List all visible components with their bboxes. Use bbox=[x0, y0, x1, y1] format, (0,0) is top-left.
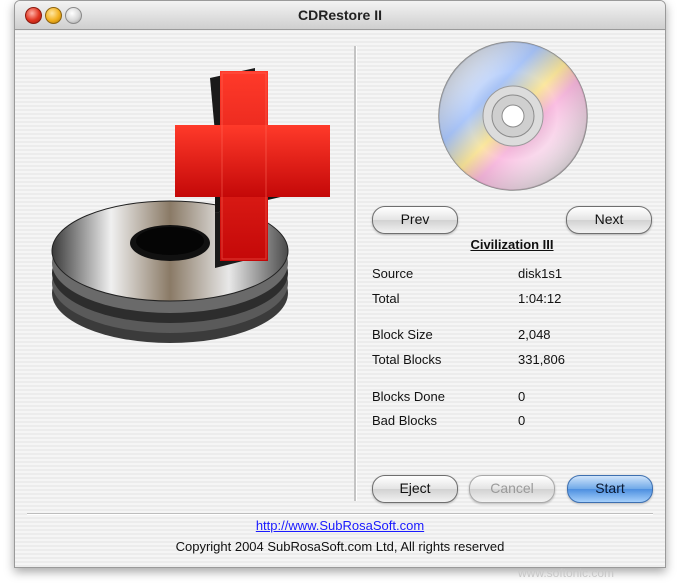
bad-blocks-label: Bad Blocks bbox=[372, 413, 438, 428]
total-value: 1:04:12 bbox=[518, 291, 562, 306]
prev-button[interactable]: Prev bbox=[372, 206, 458, 234]
total-blocks-value: 331,806 bbox=[518, 352, 565, 367]
window-title: CDRestore II bbox=[297, 7, 383, 23]
bad-blocks-value: 0 bbox=[518, 413, 526, 428]
copyright-text: Copyright 2004 SubRosaSoft.com Ltd, All … bbox=[175, 539, 505, 554]
cd-disc-icon bbox=[438, 41, 588, 191]
watermark-text: www.softonic.com bbox=[518, 566, 615, 580]
website-link[interactable]: http://www.SubRosaSoft.com bbox=[15, 518, 665, 533]
eject-button[interactable]: Eject bbox=[372, 475, 458, 503]
cancel-button[interactable]: Cancel bbox=[469, 475, 555, 503]
disc-name: Civilization III bbox=[470, 237, 554, 252]
title-bar: CDRestore II bbox=[15, 1, 665, 30]
total-label: Total bbox=[372, 291, 400, 306]
vertical-divider bbox=[354, 46, 357, 501]
block-size-value: 2,048 bbox=[518, 327, 551, 342]
source-label: Source bbox=[372, 266, 414, 281]
horizontal-divider bbox=[27, 513, 653, 515]
source-value: disk1s1 bbox=[518, 266, 563, 281]
blocks-done-label: Blocks Done bbox=[372, 389, 445, 404]
start-button[interactable]: Start bbox=[567, 475, 653, 503]
blocks-done-value: 0 bbox=[518, 389, 526, 404]
next-button[interactable]: Next bbox=[566, 206, 652, 234]
app-window: CDRestore II Prev Next Civilization III … bbox=[14, 0, 666, 568]
block-size-label: Block Size bbox=[372, 327, 433, 342]
cd-stack-with-red-cross-icon bbox=[51, 68, 330, 343]
total-blocks-label: Total Blocks bbox=[372, 352, 442, 367]
